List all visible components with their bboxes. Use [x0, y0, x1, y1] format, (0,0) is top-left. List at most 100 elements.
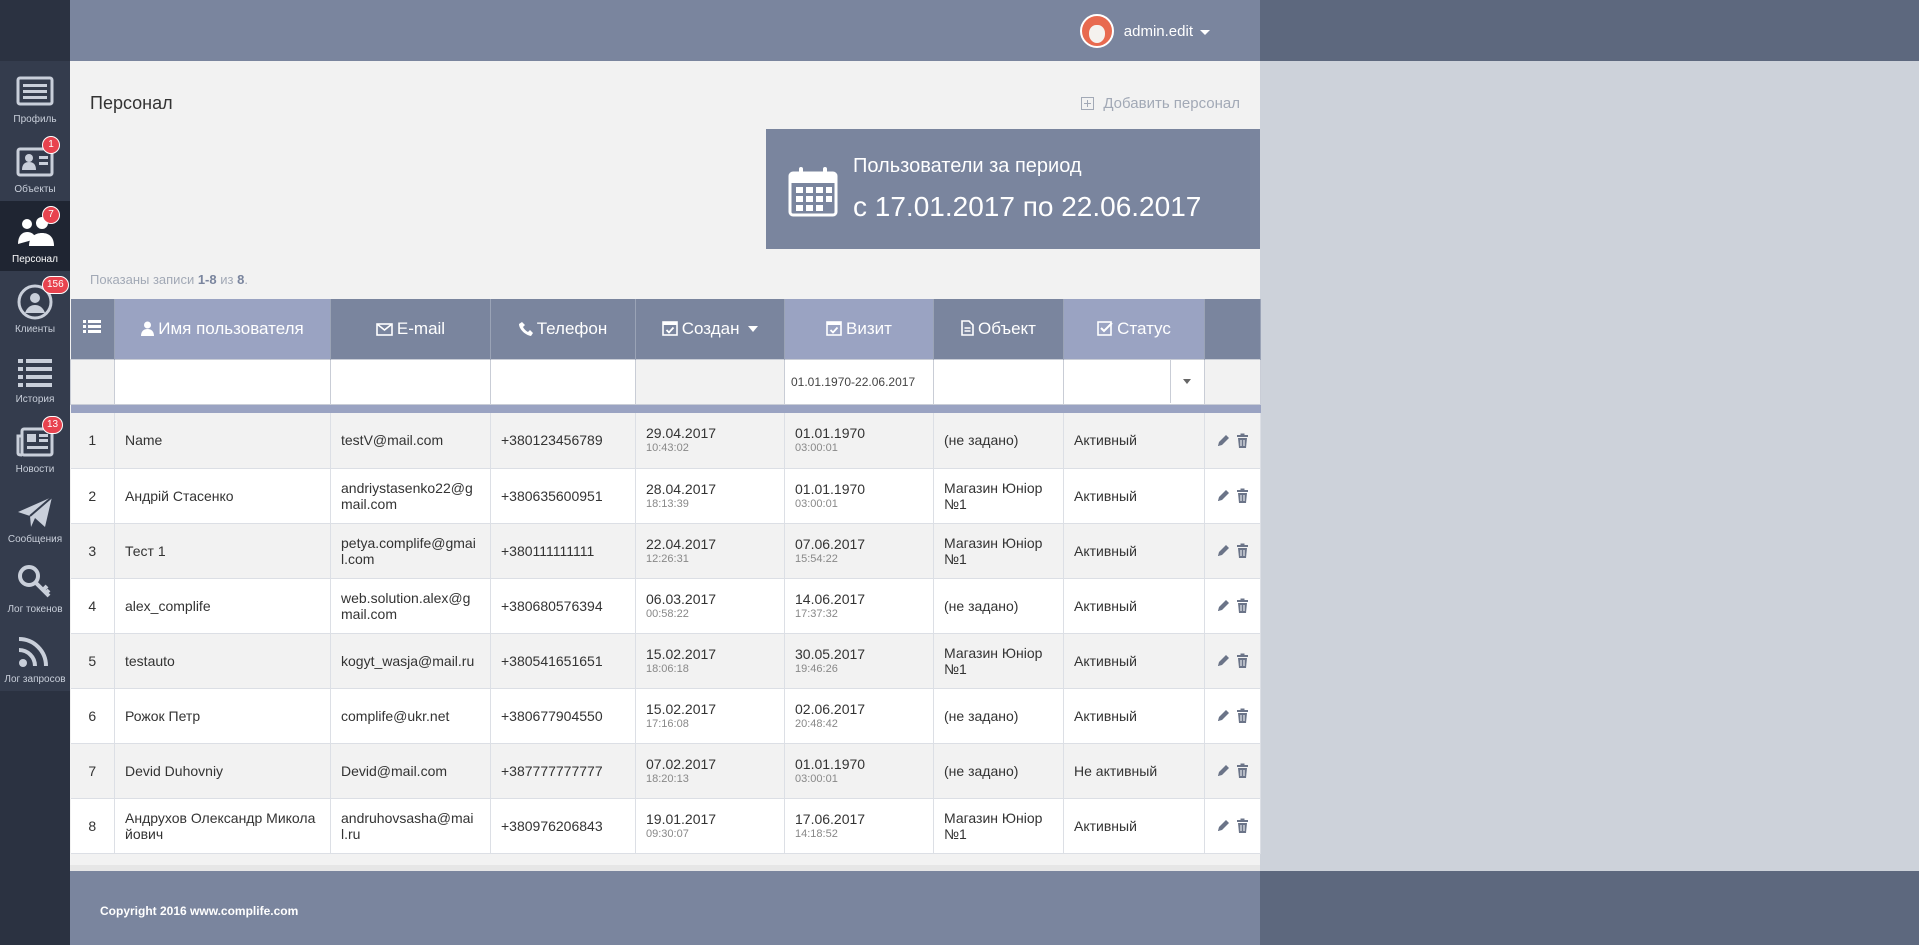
notification-badge: 13 — [42, 416, 64, 434]
row-email: testV@mail.com — [330, 413, 491, 469]
pencil-icon[interactable] — [1216, 543, 1231, 558]
visit-time: 14:18:52 — [795, 827, 838, 840]
column-header-object[interactable]: Объект — [933, 299, 1064, 359]
created-date: 28.04.2017 — [646, 480, 717, 497]
envelope-icon — [376, 322, 393, 336]
row-status: Активный — [1063, 688, 1205, 744]
sidebar-item-staff[interactable]: Персонал 7 — [0, 201, 70, 271]
pencil-icon[interactable] — [1216, 488, 1231, 503]
column-header-visit[interactable]: Визит — [784, 299, 934, 359]
records-summary: Показаны записи 1-8 из 8. — [90, 272, 248, 287]
row-actions — [1204, 633, 1261, 689]
row-email: andriystasenko22@gmail.com — [330, 468, 491, 524]
row-action-buttons — [1215, 488, 1250, 503]
user-menu[interactable]: admin.edit — [1079, 14, 1210, 48]
trash-icon[interactable] — [1235, 763, 1250, 778]
column-header-email[interactable]: E-mail — [330, 299, 491, 359]
table-row: 2 Андрій Стасенко andriystasenko22@gmail.c… — [70, 468, 1261, 524]
top-header: admin.edit — [70, 0, 1260, 61]
column-header-phone[interactable]: Телефон — [490, 299, 636, 359]
history-list-icon — [18, 359, 52, 387]
filter-row — [70, 358, 1261, 405]
row-name: Тест 1 — [114, 523, 331, 579]
filter-email-input[interactable] — [331, 359, 490, 404]
filter-object-input[interactable] — [934, 359, 1063, 404]
sidebar-item-history[interactable]: История — [0, 341, 70, 411]
row-object: (не задано) — [933, 413, 1064, 469]
table-row: 4 alex_complife web.solution.alex@gmail.co… — [70, 578, 1261, 634]
trash-icon[interactable] — [1235, 488, 1250, 503]
trash-icon[interactable] — [1235, 543, 1250, 558]
visit-date: 01.01.1970 — [795, 480, 866, 497]
visit-time: 15:54:22 — [795, 552, 838, 565]
main-content: Персонал Добавить персонал Пользователи … — [70, 61, 1261, 871]
sidebar-menu: Профиль Объекты 1 Персонал 7 Клиенты 156… — [0, 61, 70, 691]
sidebar-item-label: Лог токенов — [7, 604, 63, 615]
plus-square-icon — [1081, 97, 1095, 110]
pencil-icon[interactable] — [1216, 708, 1231, 723]
created-date: 07.02.2017 — [646, 755, 717, 772]
calendar-check-icon — [826, 320, 842, 336]
pencil-icon[interactable] — [1216, 763, 1231, 778]
filter-status-select[interactable] — [1064, 360, 1204, 403]
add-staff-button[interactable]: Добавить персонал — [1081, 95, 1240, 112]
notification-badge: 1 — [42, 136, 60, 154]
pencil-icon[interactable] — [1216, 818, 1231, 833]
sidebar-item-news[interactable]: Новости 13 — [0, 411, 70, 481]
sidebar-item-token-log[interactable]: Лог токенов — [0, 551, 70, 621]
created-date: 15.02.2017 — [646, 700, 717, 717]
sidebar-item-objects[interactable]: Объекты 1 — [0, 131, 70, 201]
row-phone: +380111111111 — [490, 523, 636, 579]
notification-badge: 156 — [42, 276, 69, 294]
filter-phone-input[interactable] — [491, 359, 635, 404]
row-status: Активный — [1063, 523, 1205, 579]
row-created: 29.04.2017 10:43:02 — [635, 413, 785, 469]
check-square-icon — [1097, 320, 1113, 336]
pencil-icon[interactable] — [1216, 433, 1231, 448]
column-label: Телефон — [536, 318, 608, 338]
filter-cell-actions — [1204, 358, 1261, 405]
sidebar-item-label: Лог запросов — [4, 674, 66, 685]
trash-icon[interactable] — [1235, 433, 1250, 448]
sidebar-item-label: Клиенты — [14, 324, 56, 335]
sidebar-item-request-log[interactable]: Лог запросов — [0, 621, 70, 691]
rss-icon — [18, 637, 48, 667]
trash-icon[interactable] — [1235, 653, 1250, 668]
calendar-check-icon — [661, 320, 678, 336]
sidebar-item-profile[interactable]: Профиль — [0, 61, 70, 131]
filter-cell-name — [114, 358, 331, 405]
profile-card-icon — [16, 76, 54, 106]
created-time: 17:16:08 — [646, 717, 689, 730]
sidebar: Профиль Объекты 1 Персонал 7 Клиенты 156… — [0, 0, 70, 945]
column-header-name[interactable]: Имя пользователя — [114, 299, 331, 359]
row-object: Магазин Юніор №1 — [933, 633, 1064, 689]
column-header-index[interactable] — [70, 299, 115, 359]
summary-range: 1-8 — [197, 272, 217, 287]
pencil-icon[interactable] — [1216, 598, 1231, 613]
sidebar-item-messages[interactable]: Сообщения — [0, 481, 70, 551]
sidebar-item-label: Профиль — [13, 114, 57, 125]
row-actions — [1204, 523, 1261, 579]
row-index: 8 — [70, 798, 115, 854]
trash-icon[interactable] — [1235, 708, 1250, 723]
column-header-created[interactable]: Создан — [635, 299, 785, 359]
filter-visit-range-input[interactable] — [785, 359, 933, 404]
row-visit: 30.05.2017 19:46:26 — [784, 633, 934, 689]
row-name: Андрухов Олександр Миколайович — [114, 798, 331, 854]
filter-name-input[interactable] — [115, 359, 330, 404]
pencil-icon[interactable] — [1216, 653, 1231, 668]
add-staff-label: Добавить персонал — [1103, 95, 1240, 112]
column-header-status[interactable]: Статус — [1063, 299, 1205, 359]
trash-icon[interactable] — [1235, 598, 1250, 613]
row-index: 4 — [70, 578, 115, 634]
sidebar-item-clients[interactable]: Клиенты 156 — [0, 271, 70, 341]
row-created: 06.03.2017 00:58:22 — [635, 578, 785, 634]
row-object: (не задано) — [933, 688, 1064, 744]
trash-icon[interactable] — [1235, 818, 1250, 833]
sidebar-item-label: Сообщения — [7, 534, 63, 545]
user-icon — [141, 321, 155, 336]
row-created: 15.02.2017 18:06:18 — [635, 633, 785, 689]
document-icon — [961, 319, 974, 336]
row-visit: 01.01.1970 03:00:01 — [784, 468, 934, 524]
visit-time: 17:37:32 — [795, 607, 838, 620]
